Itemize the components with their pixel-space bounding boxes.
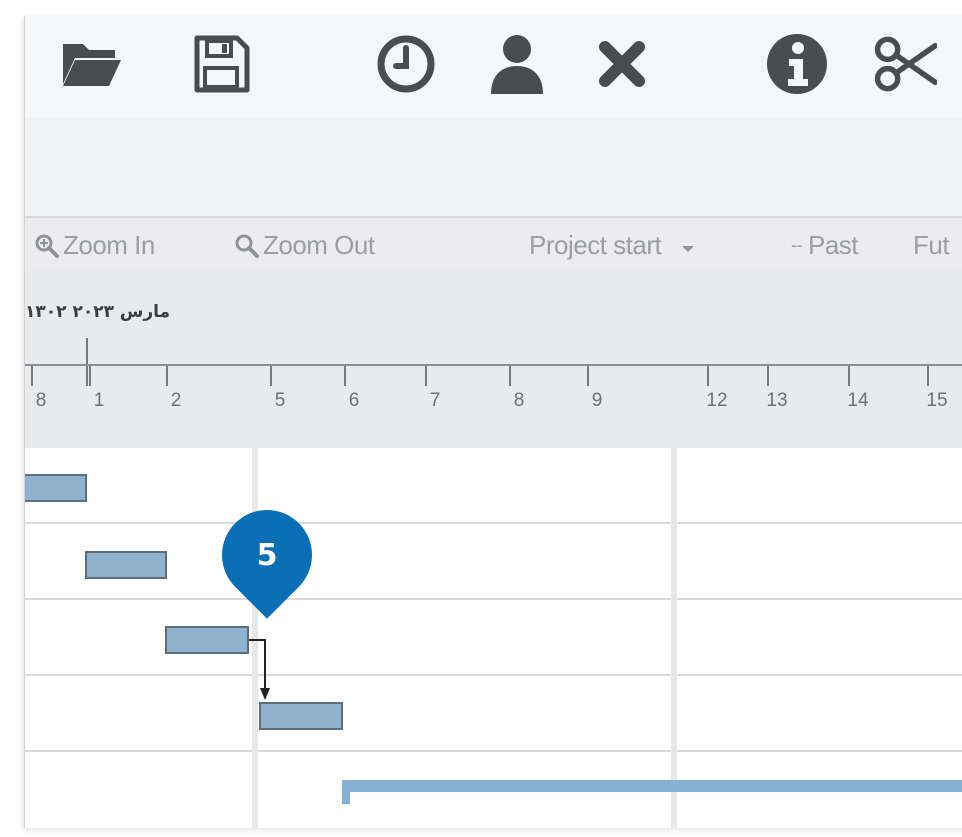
callout-marker-5: 5 xyxy=(203,491,331,619)
dependency-arrow xyxy=(249,639,270,700)
summary-bar-start-cap xyxy=(342,780,350,804)
summary-bar[interactable] xyxy=(342,780,962,792)
callout-number: 5 xyxy=(256,537,278,573)
gantt-app-window: Zoom In Zoom Out Project start -- Past F… xyxy=(24,16,962,828)
